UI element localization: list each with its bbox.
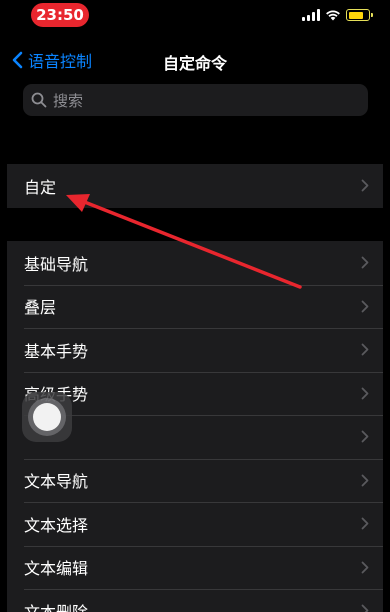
page-title: 自定命令 (162, 54, 227, 73)
search-input[interactable]: 搜索 (23, 84, 368, 116)
assistive-touch-button[interactable] (22, 392, 72, 442)
chevron-right-icon (361, 474, 369, 486)
list-item-label: 叠层 (24, 298, 57, 318)
chevron-right-icon (361, 387, 369, 399)
list-item-label: 文本选择 (24, 515, 89, 535)
list-item-label: 自定 (24, 177, 57, 197)
list-item-label: 基础导航 (24, 254, 89, 274)
list-item-text-navigation[interactable]: 文本导航 (7, 458, 383, 503)
chevron-right-icon (361, 300, 369, 312)
list-item-label: 文本删除 (24, 599, 88, 612)
assistive-touch-ring-icon (28, 398, 66, 436)
chevron-right-icon (361, 561, 369, 573)
wifi-icon (326, 10, 340, 21)
chevron-right-icon (361, 430, 369, 443)
list-item-text-editing[interactable]: 文本编辑 (7, 545, 383, 590)
chevron-right-icon (361, 179, 369, 192)
status-time[interactable]: 23:50 (31, 3, 89, 27)
list-item-label: 文本编辑 (24, 559, 89, 579)
list-item-basic-gestures[interactable]: 基本手势 (7, 328, 383, 372)
status-bar: 23:50 (0, 0, 390, 30)
list-item-text-deletion[interactable]: 文本删除 (7, 589, 383, 612)
navigation-bar: 语音控制 自定命令 (0, 38, 390, 82)
cellular-signal-icon (302, 9, 320, 21)
chevron-right-icon (361, 256, 369, 269)
chevron-right-icon (361, 517, 369, 530)
list-item-label: 文本导航 (24, 472, 89, 492)
list-item-label: 基本手势 (24, 341, 89, 361)
chevron-right-icon (361, 604, 369, 612)
status-icons (302, 7, 373, 23)
list-item-custom[interactable]: 自定 (7, 164, 383, 208)
list-item-basic-navigation[interactable]: 基础导航 (7, 241, 383, 285)
battery-icon (346, 9, 373, 21)
custom-group: 自定 (7, 164, 383, 208)
list-item-text-selection[interactable]: 文本选择 (7, 502, 383, 546)
chevron-right-icon (361, 343, 369, 356)
search-placeholder: 搜索 (53, 91, 84, 110)
search-icon (31, 92, 47, 108)
list-item-overlay[interactable]: 叠层 (7, 284, 383, 329)
